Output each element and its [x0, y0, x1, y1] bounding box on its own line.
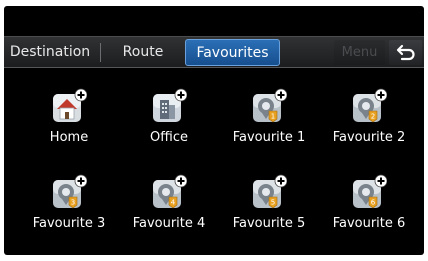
pin-badge-number: 5 — [271, 199, 275, 207]
map-pin-icon: 2 — [351, 88, 388, 124]
menu-button[interactable]: Menu — [334, 40, 385, 65]
back-button[interactable] — [389, 40, 422, 65]
map-pin-icon: 5 — [251, 174, 288, 210]
favourite-2[interactable]: 2 Favourite 2 — [319, 88, 419, 158]
pin-badge-number: 4 — [171, 199, 176, 207]
tab-destination[interactable]: Destination — [4, 39, 96, 66]
favourite-label: Favourite 5 — [232, 216, 306, 231]
favourite-label: Favourite 4 — [132, 216, 206, 231]
home-icon — [51, 88, 88, 124]
map-pin-icon: 3 — [51, 174, 88, 210]
favourite-label: Favourite 1 — [232, 130, 306, 145]
tab-favourites[interactable]: Favourites — [185, 39, 280, 66]
favourite-label: Home — [49, 130, 89, 145]
favourite-4[interactable]: 4 Favourite 4 — [119, 174, 219, 244]
favourite-1[interactable]: 1 Favourite 1 — [219, 88, 319, 158]
office-building-icon — [151, 88, 188, 124]
favourite-label: Favourite 6 — [332, 216, 406, 231]
favourite-office[interactable]: Office — [119, 88, 219, 158]
navigation-screen: Destination Route Favourites Menu Home O… — [4, 6, 424, 255]
pin-badge-number: 3 — [71, 199, 75, 207]
back-arrow-icon — [396, 44, 415, 61]
tab-divider — [100, 43, 101, 62]
favourite-home[interactable]: Home — [19, 88, 119, 158]
pin-badge-number: 2 — [371, 113, 375, 121]
favourite-5[interactable]: 5 Favourite 5 — [219, 174, 319, 244]
favourite-label: Office — [150, 130, 188, 145]
map-pin-icon: 6 — [351, 174, 388, 210]
favourite-3[interactable]: 3 Favourite 3 — [19, 174, 119, 244]
favourite-label: Favourite 2 — [332, 130, 406, 145]
pin-badge-number: 6 — [371, 199, 376, 207]
map-pin-icon: 4 — [151, 174, 188, 210]
tab-route[interactable]: Route — [104, 39, 182, 66]
pin-badge-number: 1 — [271, 113, 275, 121]
favourite-label: Favourite 3 — [32, 216, 106, 231]
favourite-6[interactable]: 6 Favourite 6 — [319, 174, 419, 244]
map-pin-icon: 1 — [251, 88, 288, 124]
tab-bar: Destination Route Favourites Menu — [4, 36, 424, 68]
